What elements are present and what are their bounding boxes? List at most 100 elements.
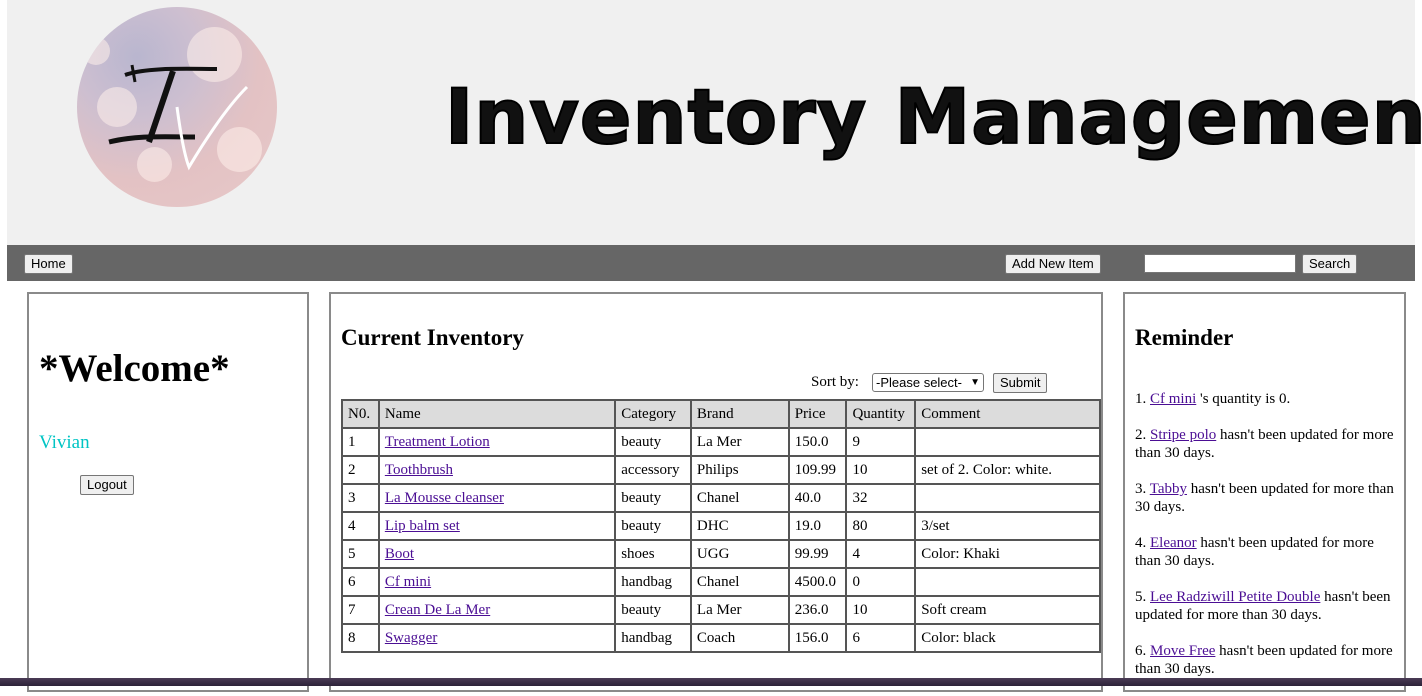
- cell-quantity: 10: [845, 455, 917, 485]
- list-item: 1. Cf mini 's quantity is 0.: [1135, 390, 1397, 408]
- cell-brand: Chanel: [689, 567, 790, 597]
- cell-no: 8: [341, 623, 380, 653]
- reminder-number: 4.: [1135, 535, 1150, 551]
- cell-brand: Coach: [689, 623, 790, 653]
- cell-price: 236.0: [787, 595, 848, 625]
- cell-brand: La Mer: [689, 595, 790, 625]
- sort-select[interactable]: -Please select- ▼: [872, 373, 984, 392]
- reminder-title: Reminder: [1135, 325, 1234, 350]
- cell-category: handbag: [614, 567, 692, 597]
- cell-category: shoes: [614, 539, 692, 569]
- cell-category: beauty: [614, 595, 692, 625]
- window-bottom-edge: [0, 678, 1422, 686]
- cell-brand: UGG: [689, 539, 790, 569]
- cell-quantity: 32: [845, 483, 917, 513]
- sort-label: Sort by:: [811, 374, 859, 390]
- cell-category: beauty: [614, 511, 692, 541]
- table-row: 6 Cf mini handbag Chanel 4500.0 0: [341, 567, 1101, 597]
- table-row: 5 Boot shoes UGG 99.99 4 Color: Khaki: [341, 539, 1101, 569]
- list-item: 3. Tabby hasn't been updated for more th…: [1135, 480, 1397, 516]
- cell-comment: Color: black: [914, 623, 1101, 653]
- cell-brand: Chanel: [689, 483, 790, 513]
- reminder-number: 6.: [1135, 643, 1150, 659]
- reminder-list: 1. Cf mini 's quantity is 0. 2. Stripe p…: [1135, 390, 1397, 696]
- page: Inventory Management Home Add New Item S…: [7, 0, 1422, 692]
- reminder-item-link[interactable]: Move Free: [1150, 643, 1215, 659]
- add-new-item-button[interactable]: Add New Item: [1005, 254, 1101, 274]
- cell-no: 1: [341, 427, 380, 457]
- list-item: 6. Move Free hasn't been updated for mor…: [1135, 642, 1397, 678]
- item-name-link[interactable]: Treatment Lotion: [385, 434, 490, 450]
- home-button[interactable]: Home: [24, 254, 73, 274]
- chevron-down-icon: ▼: [970, 377, 980, 388]
- reminder-item-link[interactable]: Lee Radziwill Petite Double: [1150, 589, 1320, 605]
- cell-brand: DHC: [689, 511, 790, 541]
- cell-comment: [914, 567, 1101, 597]
- cell-price: 109.99: [787, 455, 848, 485]
- table-row: 1 Treatment Lotion beauty La Mer 150.0 9: [341, 427, 1101, 457]
- column-header-brand: Brand: [689, 399, 790, 429]
- cell-quantity: 4: [845, 539, 917, 569]
- cell-quantity: 9: [845, 427, 917, 457]
- item-name-link[interactable]: La Mousse cleanser: [385, 490, 504, 506]
- reminder-item-link[interactable]: Stripe polo: [1150, 427, 1216, 443]
- cell-price: 150.0: [787, 427, 848, 457]
- user-name: Vivian: [39, 432, 90, 453]
- reminder-item-link[interactable]: Eleanor: [1150, 535, 1197, 551]
- cell-price: 99.99: [787, 539, 848, 569]
- reminder-item-link[interactable]: Cf mini: [1150, 391, 1196, 407]
- cell-price: 40.0: [787, 483, 848, 513]
- item-name-link[interactable]: Toothbrush: [385, 462, 453, 478]
- cell-no: 3: [341, 483, 380, 513]
- top-navbar: Home Add New Item Search: [7, 245, 1415, 281]
- reminder-number: 1.: [1135, 391, 1150, 407]
- cell-comment: [914, 427, 1101, 457]
- item-name-link[interactable]: Cf mini: [385, 574, 431, 590]
- cell-category: beauty: [614, 427, 692, 457]
- table-header-row: N0. Name Category Brand Price Quantity C…: [341, 399, 1101, 429]
- reminder-panel: Reminder 1. Cf mini 's quantity is 0. 2.…: [1123, 292, 1406, 692]
- column-header-no: N0.: [341, 399, 380, 429]
- cell-comment: Soft cream: [914, 595, 1101, 625]
- cell-price: 156.0: [787, 623, 848, 653]
- item-name-link[interactable]: Swagger: [385, 630, 438, 646]
- sort-submit-button[interactable]: Submit: [993, 373, 1048, 393]
- reminder-text: 's quantity is 0.: [1196, 391, 1291, 407]
- search-button[interactable]: Search: [1302, 254, 1358, 274]
- search-input[interactable]: [1144, 254, 1296, 273]
- table-row: 4 Lip balm set beauty DHC 19.0 80 3/set: [341, 511, 1101, 541]
- inventory-title: Current Inventory: [341, 325, 524, 350]
- cell-brand: Philips: [689, 455, 790, 485]
- column-header-price: Price: [787, 399, 848, 429]
- cell-comment: [914, 483, 1101, 513]
- item-name-link[interactable]: Lip balm set: [385, 518, 460, 534]
- cell-no: 4: [341, 511, 380, 541]
- inventory-table: N0. Name Category Brand Price Quantity C…: [341, 399, 1101, 653]
- iv-monogram-logo-icon: [77, 7, 277, 207]
- column-header-name: Name: [377, 399, 617, 429]
- reminder-item-link[interactable]: Tabby: [1150, 481, 1187, 497]
- cell-brand: La Mer: [689, 427, 790, 457]
- reminder-number: 5.: [1135, 589, 1150, 605]
- cell-category: beauty: [614, 483, 692, 513]
- cell-no: 2: [341, 455, 380, 485]
- cell-quantity: 6: [845, 623, 917, 653]
- column-header-category: Category: [614, 399, 692, 429]
- cell-quantity: 80: [845, 511, 917, 541]
- cell-price: 19.0: [787, 511, 848, 541]
- cell-comment: 3/set: [914, 511, 1101, 541]
- sort-selected-value: -Please select-: [876, 375, 962, 390]
- cell-no: 5: [341, 539, 380, 569]
- item-name-link[interactable]: Crean De La Mer: [385, 602, 490, 618]
- item-name-link[interactable]: Boot: [385, 546, 414, 562]
- list-item: 4. Eleanor hasn't been updated for more …: [1135, 534, 1397, 570]
- inventory-panel: Current Inventory Sort by: -Please selec…: [329, 292, 1103, 692]
- header-banner: Inventory Management: [7, 0, 1422, 245]
- cell-category: accessory: [614, 455, 692, 485]
- welcome-heading: *Welcome*: [39, 347, 230, 390]
- table-row: 2 Toothbrush accessory Philips 109.99 10…: [341, 455, 1101, 485]
- logout-button[interactable]: Logout: [80, 475, 134, 495]
- table-row: 8 Swagger handbag Coach 156.0 6 Color: b…: [341, 623, 1101, 653]
- cell-no: 6: [341, 567, 380, 597]
- table-row: 7 Crean De La Mer beauty La Mer 236.0 10…: [341, 595, 1101, 625]
